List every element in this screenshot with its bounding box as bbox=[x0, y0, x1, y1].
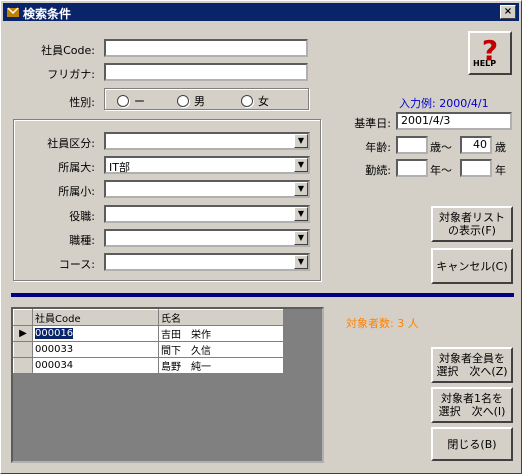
age-label: 年齢: bbox=[365, 141, 391, 154]
title-bar: 検索条件 × bbox=[3, 3, 519, 21]
dept-minor-select[interactable]: ▼ bbox=[104, 180, 310, 198]
select-all-next-button[interactable]: 対象者全員を 選択 次へ(Z) bbox=[431, 347, 513, 383]
row-selector[interactable] bbox=[13, 357, 33, 374]
window-title: 検索条件 bbox=[23, 7, 72, 21]
cell-name[interactable]: 吉田 栄作 bbox=[158, 325, 284, 342]
job-type-select[interactable]: ▼ bbox=[104, 229, 310, 247]
chevron-down-icon[interactable]: ▼ bbox=[294, 182, 308, 196]
job-type-label: 職種: bbox=[69, 234, 95, 247]
dept-major-label: 所属大: bbox=[58, 161, 95, 174]
close-icon[interactable]: × bbox=[500, 5, 516, 19]
gender-radio-male[interactable]: 男 bbox=[177, 93, 205, 109]
tenure-unit-from: 年～ bbox=[430, 164, 452, 177]
chevron-down-icon[interactable]: ▼ bbox=[294, 134, 308, 148]
radio-circle-icon bbox=[117, 95, 129, 107]
radio-circle-icon bbox=[177, 95, 189, 107]
table-row[interactable]: 000033 間下 久信 bbox=[13, 341, 284, 358]
row-pointer-icon[interactable]: ▶ bbox=[13, 325, 33, 342]
furigana-label: フリガナ: bbox=[47, 68, 95, 81]
column-header-name[interactable]: 氏名 bbox=[158, 309, 284, 326]
base-date-label: 基準日: bbox=[354, 117, 391, 130]
table-row[interactable]: 000034 島野 純一 bbox=[13, 357, 284, 374]
cell-code[interactable]: 000034 bbox=[32, 357, 159, 374]
division-label: 社員区分: bbox=[47, 137, 95, 150]
gender-radio-none[interactable]: ー bbox=[117, 93, 145, 109]
search-conditions-window: 検索条件 × 社員Code: フリガナ: 性別: ー 男 女 ? HELP 社員… bbox=[0, 0, 522, 474]
course-label: コース: bbox=[58, 258, 95, 271]
input-example-hint: 入力例: 2000/4/1 bbox=[399, 97, 489, 110]
target-count: 対象者数: 3 人 bbox=[346, 317, 419, 330]
cancel-button[interactable]: キャンセル(C) bbox=[431, 248, 513, 284]
division-select[interactable]: ▼ bbox=[104, 132, 310, 150]
position-label: 役職: bbox=[69, 210, 95, 223]
employee-code-label: 社員Code: bbox=[41, 44, 95, 57]
tenure-unit-to: 年 bbox=[495, 164, 506, 177]
dept-minor-label: 所属小: bbox=[58, 185, 95, 198]
cell-code[interactable]: 000016 bbox=[32, 325, 159, 342]
gender-radio-female[interactable]: 女 bbox=[241, 93, 269, 109]
gender-label: 性別: bbox=[69, 96, 95, 109]
section-divider bbox=[11, 293, 514, 297]
course-select[interactable]: ▼ bbox=[104, 253, 310, 271]
select-one-next-button[interactable]: 対象者1名を 選択 次へ(I) bbox=[431, 387, 513, 423]
base-date-field[interactable]: 2001/4/3 bbox=[396, 112, 512, 130]
tenure-to-field[interactable] bbox=[460, 159, 492, 177]
age-unit-to: 歳 bbox=[495, 141, 506, 154]
help-button[interactable]: ? HELP bbox=[468, 31, 512, 75]
cell-name[interactable]: 島野 純一 bbox=[158, 357, 284, 374]
result-grid[interactable]: 社員Code 氏名 ▶ 000016 吉田 栄作 000033 間下 久信 00… bbox=[11, 307, 324, 463]
column-header-code[interactable]: 社員Code bbox=[32, 309, 159, 326]
gender-group: ー 男 女 bbox=[104, 88, 309, 110]
age-from-field[interactable] bbox=[396, 136, 428, 154]
help-label: HELP bbox=[473, 59, 497, 68]
table-row[interactable]: ▶ 000016 吉田 栄作 bbox=[13, 325, 284, 342]
row-selector[interactable] bbox=[13, 341, 33, 358]
cell-name[interactable]: 間下 久信 bbox=[158, 341, 284, 358]
app-icon bbox=[7, 7, 19, 17]
chevron-down-icon[interactable]: ▼ bbox=[294, 255, 308, 269]
chevron-down-icon[interactable]: ▼ bbox=[294, 231, 308, 245]
chevron-down-icon[interactable]: ▼ bbox=[294, 158, 308, 172]
age-unit-from: 歳～ bbox=[430, 141, 452, 154]
grid-header-row: 社員Code 氏名 bbox=[13, 309, 284, 326]
employee-code-field[interactable] bbox=[104, 39, 308, 57]
position-select[interactable]: ▼ bbox=[104, 205, 310, 223]
close-button[interactable]: 閉じる(B) bbox=[431, 427, 513, 461]
chevron-down-icon[interactable]: ▼ bbox=[294, 207, 308, 221]
cell-code[interactable]: 000033 bbox=[32, 341, 159, 358]
age-to-field[interactable]: 40 bbox=[460, 136, 492, 154]
dept-major-select[interactable]: IT部 ▼ bbox=[104, 156, 310, 174]
furigana-field[interactable] bbox=[104, 63, 308, 81]
tenure-label: 勤続: bbox=[365, 164, 391, 177]
tenure-from-field[interactable] bbox=[396, 159, 428, 177]
show-list-button[interactable]: 対象者リスト の表示(F) bbox=[431, 206, 513, 242]
radio-circle-icon bbox=[241, 95, 253, 107]
grid-corner bbox=[13, 309, 33, 326]
